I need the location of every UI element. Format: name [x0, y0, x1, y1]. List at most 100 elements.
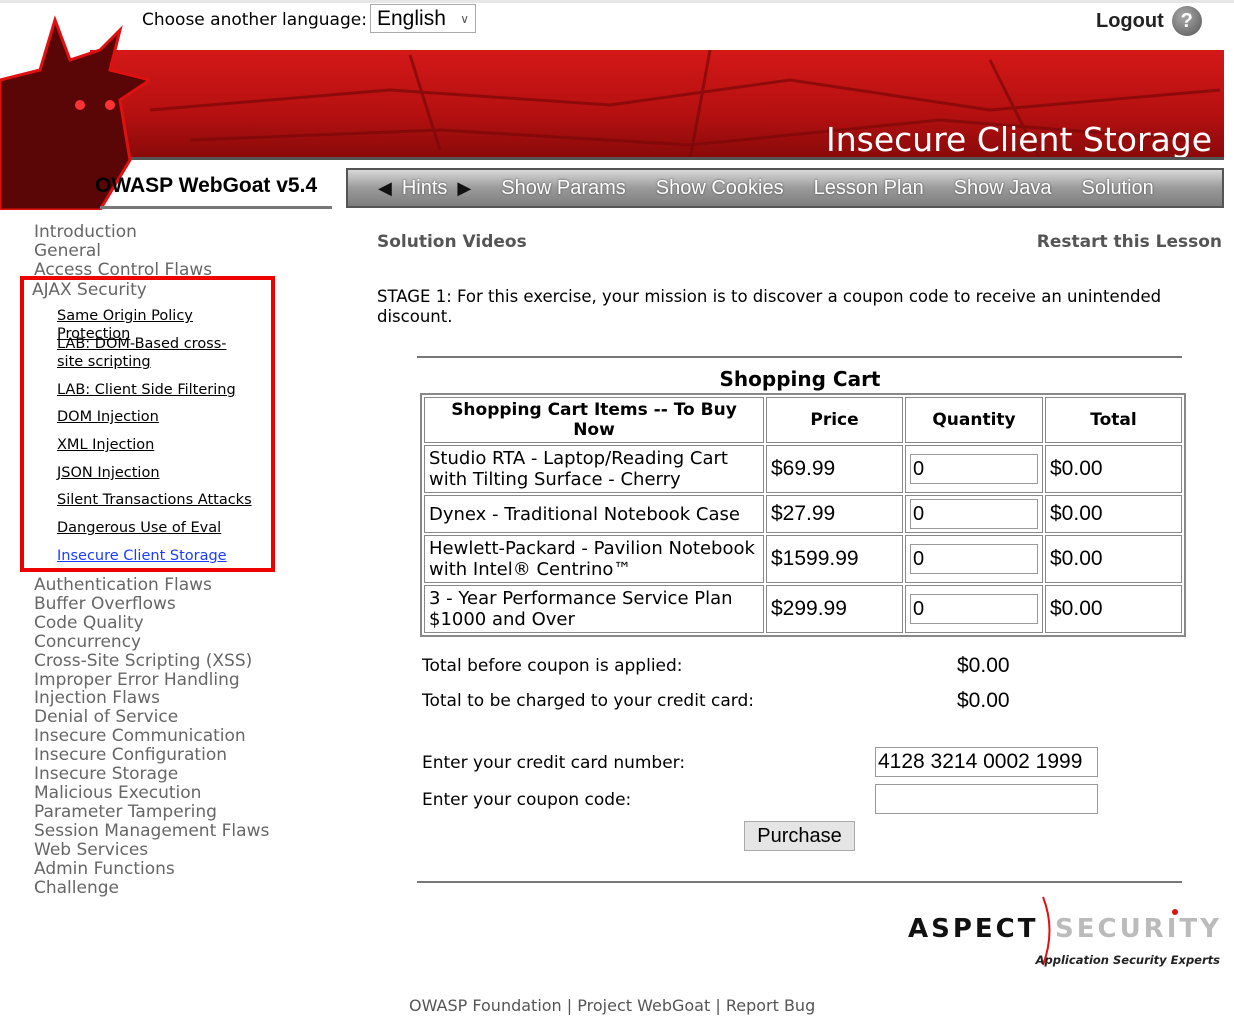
footer-link-report-bug[interactable]: Report Bug [726, 996, 815, 1015]
separator: | [566, 996, 573, 1015]
sidebar-top: Introduction General Access Control Flaw… [34, 223, 212, 280]
sidebar-item[interactable]: Authentication Flaws [34, 576, 269, 595]
footer-link-webgoat[interactable]: Project WebGoat [577, 996, 710, 1015]
item-total: $0.00 [1045, 585, 1182, 633]
divider [417, 356, 1182, 358]
item-price: $1599.99 [766, 535, 903, 583]
table-row: Dynex - Traditional Notebook Case $27.99 0… [424, 495, 1182, 533]
lesson-link[interactable]: Dangerous Use of Eval [57, 519, 267, 537]
quantity-cell: 0 [905, 585, 1043, 633]
language-select[interactable]: English ∨ [370, 4, 476, 33]
top-border [0, 0, 1234, 3]
lesson-navbar: ◀ Hints ▶ Show Params Show Cookies Lesson … [346, 168, 1224, 208]
coupon-label: Enter your coupon code: [422, 790, 632, 810]
nav-lesson-plan[interactable]: Lesson Plan [814, 177, 924, 200]
credit-card-input[interactable]: 4128 3214 0002 1999 [875, 747, 1098, 777]
quantity-cell: 0 [905, 495, 1043, 533]
sidebar-item[interactable]: Insecure Communication [34, 727, 269, 746]
coupon-input[interactable] [875, 784, 1098, 814]
sidebar-item[interactable]: Cross-Site Scripting (XSS) [34, 651, 269, 671]
divider [417, 881, 1182, 883]
sidebar-item[interactable]: Code Quality [34, 613, 269, 633]
logo-word2: SECURITY [1055, 914, 1222, 944]
logout-button[interactable]: Logout? [1096, 6, 1202, 36]
sidebar-item-ajax-security[interactable]: AJAX Security [32, 280, 147, 300]
sidebar-item[interactable]: Insecure Storage [34, 765, 269, 784]
sidebar-item[interactable]: Malicious Execution [34, 784, 269, 803]
sidebar-item[interactable]: Insecure Configuration [34, 746, 269, 765]
lesson-link[interactable]: XML Injection [57, 436, 267, 454]
brand-title: OWASP WebGoat v5.4 [95, 174, 318, 197]
restart-lesson-link[interactable]: Restart this Lesson [1037, 232, 1222, 252]
sidebar-item[interactable]: General [34, 242, 212, 261]
lesson-link[interactable]: LAB: Client Side Filtering [57, 381, 267, 399]
next-hint-icon[interactable]: ▶ [457, 178, 471, 199]
quantity-cell: 0 [905, 445, 1043, 493]
footer-link-owasp[interactable]: OWASP Foundation [409, 996, 562, 1015]
lesson-title: Insecure Client Storage [826, 120, 1212, 159]
logo-tagline: Application Security Experts [1035, 953, 1221, 967]
before-coupon-label: Total before coupon is applied: [422, 656, 683, 676]
sidebar-item[interactable]: Injection Flaws [34, 689, 269, 708]
nav-solution[interactable]: Solution [1082, 177, 1154, 200]
quantity-input[interactable]: 0 [910, 454, 1038, 484]
item-name: Dynex - Traditional Notebook Case [424, 495, 764, 533]
sidebar-item[interactable]: Challenge [34, 878, 269, 898]
divider [100, 206, 332, 209]
language-label: Choose another language: [142, 10, 367, 30]
prev-hint-icon[interactable]: ◀ [378, 178, 392, 199]
banner: Insecure Client Storage [90, 50, 1224, 160]
item-name: Studio RTA - Laptop/Reading Cart with Ti… [424, 445, 764, 493]
solution-videos-link[interactable]: Solution Videos [377, 232, 527, 252]
item-name: 3 - Year Performance Service Plan $1000 … [424, 585, 764, 633]
sidebar-bottom: Authentication Flaws Buffer Overflows Code… [34, 576, 269, 897]
sidebar-item[interactable]: Parameter Tampering [34, 802, 269, 822]
lesson-link-active[interactable]: Insecure Client Storage [57, 547, 267, 565]
sidebar-item[interactable]: Admin Functions [34, 859, 269, 879]
lesson-link[interactable]: DOM Injection [57, 408, 267, 426]
sidebar-item[interactable]: Denial of Service [34, 708, 269, 727]
lesson-link[interactable]: LAB: DOM-Based cross-site scripting [57, 335, 247, 371]
nav-hints[interactable]: Hints [402, 177, 448, 200]
quantity-input[interactable]: 0 [910, 544, 1038, 574]
logo-word1: ASPECT [908, 914, 1038, 944]
lesson-link[interactable]: Silent Transactions Attacks [57, 491, 267, 509]
item-total: $0.00 [1045, 535, 1182, 583]
purchase-button[interactable]: Purchase [744, 821, 855, 851]
item-name: Hewlett-Packard - Pavilion Notebook with… [424, 535, 764, 583]
chevron-down-icon: ∨ [460, 11, 469, 26]
sidebar-item[interactable]: Session Management Flaws [34, 821, 269, 841]
logout-label: Logout [1096, 9, 1164, 32]
item-total: $0.00 [1045, 445, 1182, 493]
footer: OWASP Foundation | Project WebGoat | Rep… [409, 996, 815, 1015]
col-header-item: Shopping Cart Items -- To Buy Now [424, 397, 764, 443]
col-header-total: Total [1045, 397, 1182, 443]
quantity-input[interactable]: 0 [910, 594, 1038, 624]
charged-label: Total to be charged to your credit card: [422, 691, 754, 711]
cart-table: Shopping Cart Items -- To Buy Now Price … [420, 393, 1186, 637]
sidebar-item[interactable]: Buffer Overflows [34, 595, 269, 614]
nav-show-java[interactable]: Show Java [954, 177, 1052, 200]
charged-value: $0.00 [957, 689, 1010, 712]
quantity-input[interactable]: 0 [910, 499, 1038, 529]
cc-label: Enter your credit card number: [422, 753, 686, 773]
stage-instructions: STAGE 1: For this exercise, your mission… [377, 287, 1162, 326]
sidebar-item[interactable]: Concurrency [34, 632, 269, 652]
item-price: $27.99 [766, 495, 903, 533]
lesson-link[interactable]: JSON Injection [57, 464, 267, 482]
quantity-cell: 0 [905, 535, 1043, 583]
sidebar-item[interactable]: Improper Error Handling [34, 670, 269, 690]
hints-nav[interactable]: ◀ Hints ▶ [378, 177, 471, 200]
nav-show-cookies[interactable]: Show Cookies [656, 177, 784, 200]
sidebar-item[interactable]: Web Services [34, 840, 269, 860]
table-row: 3 - Year Performance Service Plan $1000 … [424, 585, 1182, 633]
sidebar-item[interactable]: Introduction [34, 223, 212, 242]
separator: | [715, 996, 721, 1015]
help-icon[interactable]: ? [1171, 6, 1202, 36]
table-row: Hewlett-Packard - Pavilion Notebook with… [424, 535, 1182, 583]
cart-title: Shopping Cart [719, 367, 881, 391]
nav-show-params[interactable]: Show Params [501, 177, 626, 200]
item-price: $69.99 [766, 445, 903, 493]
language-value: English [377, 6, 446, 30]
table-row: Studio RTA - Laptop/Reading Cart with Ti… [424, 445, 1182, 493]
